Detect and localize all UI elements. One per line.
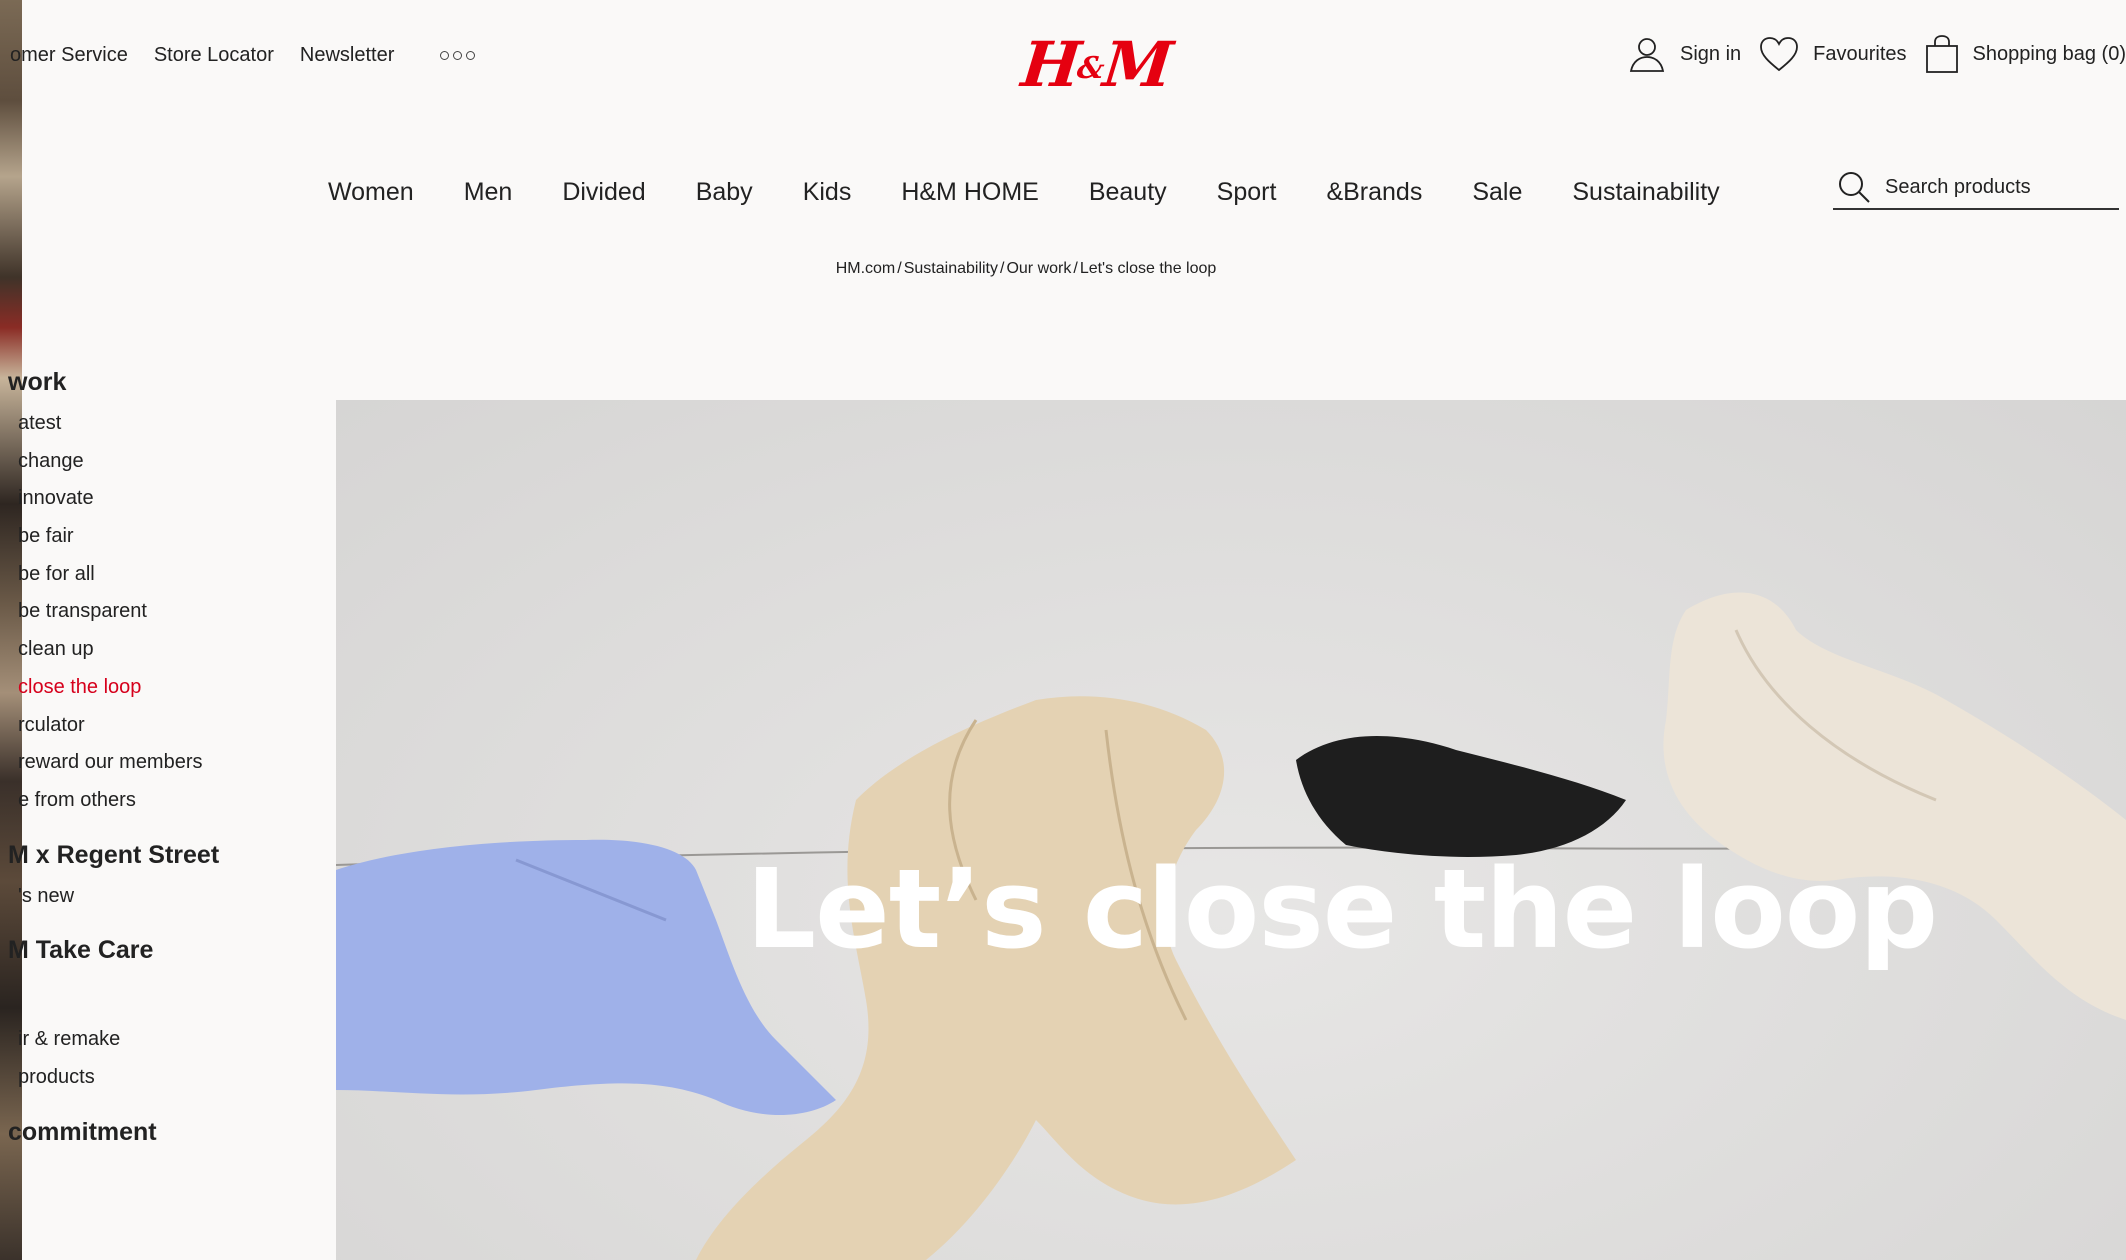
nav-kids[interactable]: Kids — [803, 178, 852, 207]
sidebar-item-change[interactable]: change — [18, 446, 322, 484]
sidebar-item-reward-members[interactable]: reward our members — [18, 747, 322, 785]
newsletter-link[interactable]: Newsletter — [300, 44, 394, 67]
search-bar — [1833, 166, 2119, 210]
shopping-bag-icon — [1925, 35, 1958, 73]
sidebar-heading-commitment[interactable]: commitment — [8, 1116, 322, 1158]
search-input[interactable] — [1885, 175, 2105, 199]
sidebar-item-latest[interactable]: atest — [18, 408, 322, 446]
shopping-bag-button[interactable]: Shopping bag (0) — [1925, 34, 2126, 74]
breadcrumb-our-work[interactable]: Our work — [1006, 260, 1071, 277]
site-header: omer Service Store Locator Newsletter H&… — [10, 0, 2126, 240]
sustainability-sidebar: work atest change innovate be fair be fo… — [8, 366, 322, 1158]
sidebar-item-be-transparent[interactable]: be transparent — [18, 596, 322, 634]
heart-icon — [1760, 37, 1799, 72]
breadcrumb-separator: / — [897, 260, 902, 277]
shopping-bag-label: Shopping bag (0) — [1972, 42, 2126, 65]
customer-service-link[interactable]: omer Service — [10, 44, 128, 67]
sign-in-label: Sign in — [1680, 42, 1742, 65]
user-icon — [1629, 38, 1665, 72]
sidebar-item-products[interactable]: products — [18, 1062, 322, 1100]
nav-sale[interactable]: Sale — [1472, 178, 1522, 207]
clothes-on-line-image — [336, 592, 2126, 1260]
breadcrumb-separator: / — [1073, 260, 1078, 277]
favourites-button[interactable]: Favourites — [1759, 36, 1907, 72]
search-icon[interactable] — [1837, 170, 1871, 204]
nav-sport[interactable]: Sport — [1217, 178, 1277, 207]
breadcrumb-home[interactable]: HM.com — [836, 260, 896, 277]
breadcrumb-current: Let's close the loop — [1079, 260, 1217, 277]
nav-baby[interactable]: Baby — [696, 178, 753, 207]
sidebar-item-innovate[interactable]: innovate — [18, 483, 322, 521]
breadcrumb-sustainability[interactable]: Sustainability — [904, 260, 998, 277]
nav-brands[interactable]: &Brands — [1326, 178, 1422, 207]
sidebar-item-learn-from-others[interactable]: e from others — [18, 785, 322, 823]
nav-hm-home[interactable]: H&M HOME — [901, 178, 1039, 207]
sidebar-item-circulator[interactable]: rculator — [18, 710, 322, 748]
hm-logo[interactable]: H&M — [1018, 28, 1173, 101]
sidebar-item-repair-remake[interactable]: ir & remake — [18, 1024, 322, 1062]
main-category-nav: Women Men Divided Baby Kids H&M HOME Bea… — [328, 178, 1770, 207]
nav-sustainability[interactable]: Sustainability — [1572, 178, 1719, 207]
sidebar-heading-our-work[interactable]: work — [8, 366, 322, 408]
favourites-label: Favourites — [1813, 42, 1907, 65]
sidebar-item-be-for-all[interactable]: be for all — [18, 559, 322, 597]
nav-women[interactable]: Women — [328, 178, 414, 207]
dot — [440, 51, 450, 60]
hero-title: Let’s close the loop — [746, 845, 1938, 973]
store-locator-link[interactable]: Store Locator — [154, 44, 274, 67]
sidebar-item-clean-up[interactable]: clean up — [18, 634, 322, 672]
sidebar-heading-regent-street[interactable]: M x Regent Street — [8, 839, 322, 881]
dot — [453, 51, 463, 60]
sidebar-item-close-the-loop[interactable]: close the loop — [18, 672, 322, 710]
nav-divided[interactable]: Divided — [562, 178, 645, 207]
sidebar-item-whats-new[interactable]: 's new — [18, 881, 322, 919]
sidebar-item-be-fair[interactable]: be fair — [18, 521, 322, 559]
nav-men[interactable]: Men — [464, 178, 513, 207]
sign-in-button[interactable]: Sign in — [1628, 35, 1741, 73]
utility-nav: omer Service Store Locator Newsletter — [10, 44, 476, 67]
more-dots-icon[interactable] — [440, 51, 476, 60]
dot — [466, 51, 476, 60]
sidebar-heading-take-care[interactable]: M Take Care — [8, 934, 322, 976]
breadcrumb: HM.com / Sustainability / Our work / Let's clo… — [0, 260, 2052, 278]
nav-beauty[interactable]: Beauty — [1089, 178, 1167, 207]
breadcrumb-separator: / — [1000, 260, 1005, 277]
hero-banner: Let’s close the loop — [336, 400, 2126, 1260]
account-bar: Sign in Favourites Shopping bag (0) — [1610, 34, 2126, 74]
